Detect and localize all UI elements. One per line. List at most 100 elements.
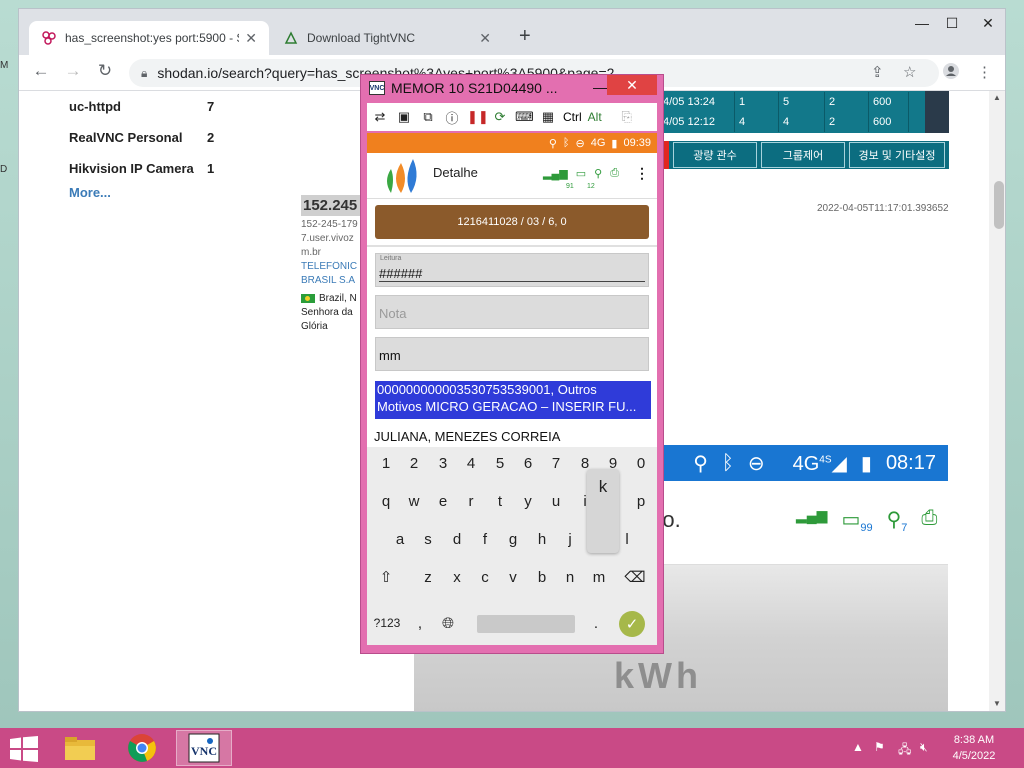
period-key[interactable]: . (583, 607, 609, 639)
key[interactable]: y (515, 485, 541, 517)
key[interactable]: q (373, 485, 399, 517)
minimize-button[interactable]: — (907, 15, 937, 31)
key[interactable]: 2 (401, 447, 427, 479)
key[interactable]: t (487, 485, 513, 517)
nota-field[interactable]: Nota (375, 295, 649, 329)
key[interactable]: 5 (487, 447, 513, 479)
mm-field[interactable]: mm (375, 337, 649, 371)
volume-muted-icon[interactable]: 🔇︎ (920, 740, 928, 755)
vnc-minimize-button[interactable]: — (593, 79, 607, 95)
maximize-button[interactable]: ☐ (937, 15, 967, 32)
key[interactable]: 1 (373, 447, 399, 479)
save-icon[interactable]: ▣ (395, 109, 413, 125)
share-icon[interactable]: ⇪ (871, 63, 884, 81)
key[interactable]: h (529, 523, 555, 555)
backspace-icon[interactable]: ⌫ (622, 561, 648, 593)
close-tab-icon[interactable]: ✕ (245, 30, 257, 47)
key[interactable]: f (472, 523, 498, 555)
reload-icon[interactable]: ↻ (93, 61, 117, 81)
symbols-key[interactable]: ?123 (369, 607, 405, 639)
key[interactable]: j (557, 523, 583, 555)
printer-icon[interactable]: ⎙ (610, 167, 619, 180)
key[interactable]: 0 (628, 447, 654, 479)
key[interactable]: x (444, 561, 470, 593)
key[interactable]: v (500, 561, 526, 593)
bookmark-star-icon[interactable]: ☆ (903, 63, 916, 81)
action-center-icon[interactable]: ⚑ (874, 740, 885, 754)
page-scrollbar[interactable]: ▲ ▼ (989, 91, 1005, 711)
pause-icon[interactable]: ❚❚ (467, 109, 489, 125)
menu-kebab-icon[interactable]: ⋮ (977, 63, 992, 81)
key[interactable]: s (415, 523, 441, 555)
key[interactable]: 3 (430, 447, 456, 479)
overflow-menu-icon[interactable]: ⋮ (635, 165, 649, 182)
key[interactable]: n (557, 561, 583, 593)
clipboard-icon[interactable]: ⎘ (618, 109, 636, 125)
vnc-logo-icon: VNC (369, 81, 385, 95)
chrome-taskbar-button[interactable] (114, 730, 170, 766)
result-org-link[interactable]: TELEFÔNIC (301, 261, 363, 272)
key[interactable]: u (543, 485, 569, 517)
forward-arrow-icon[interactable]: → (61, 61, 85, 81)
key[interactable]: d (444, 523, 470, 555)
taskbar: VNC ▲ ⚑ 🖧︎ 🔇︎ 8:38 AM 4/5/2022 (0, 728, 1024, 768)
location-icon: ⚲ (548, 137, 557, 150)
win-key-icon[interactable]: ▦ (539, 109, 557, 125)
key[interactable]: b (529, 561, 555, 593)
scroll-down-icon[interactable]: ▼ (993, 699, 1001, 708)
result-org-link[interactable]: BRASIL S.A (301, 275, 363, 286)
leitura-field[interactable]: Leitura ###### (375, 253, 649, 287)
selected-reason-item[interactable]: 000000000003530753539001, Outros Motivos… (375, 381, 651, 419)
new-tab-button[interactable]: + (519, 25, 531, 48)
scroll-up-icon[interactable]: ▲ (993, 93, 1001, 102)
key[interactable]: m (586, 561, 612, 593)
key[interactable]: 4 (458, 447, 484, 479)
info-icon[interactable]: ⓘ (443, 108, 461, 127)
scroll-thumb[interactable] (994, 181, 1004, 229)
key[interactable]: w (401, 485, 427, 517)
done-check-icon[interactable]: ✓ (619, 611, 645, 637)
close-window-button[interactable]: ✕ (973, 15, 1003, 32)
close-tab-icon[interactable]: ✕ (479, 30, 491, 47)
refresh-icon[interactable]: ⟳ (491, 109, 509, 125)
taskbar-clock[interactable]: 8:38 AM 4/5/2022 (944, 732, 1004, 764)
profile-avatar-icon[interactable] (943, 63, 959, 83)
space-key[interactable] (477, 615, 575, 633)
back-arrow-icon[interactable]: ← (29, 61, 53, 81)
more-link[interactable]: More... (69, 185, 111, 200)
comma-key[interactable]: , (407, 607, 433, 639)
windows-start-icon[interactable] (10, 736, 38, 762)
new-connection-icon[interactable]: ⇄ (371, 109, 389, 125)
screenshot-button: 광량 관수 (673, 142, 757, 168)
file-explorer-taskbar-button[interactable] (52, 730, 108, 766)
shift-icon[interactable]: ⇧ (373, 561, 399, 593)
tab-shodan[interactable]: has_screenshot:yes port:5900 - S ✕ (29, 21, 269, 55)
key[interactable]: 6 (515, 447, 541, 479)
key[interactable]: r (458, 485, 484, 517)
ctrl-alt-del-icon[interactable]: ⌨ (515, 109, 534, 125)
alt-button[interactable]: Alt (588, 110, 602, 124)
key[interactable]: z (415, 561, 441, 593)
key[interactable]: e (430, 485, 456, 517)
vnc-titlebar[interactable]: VNC MEMOR 10 S21D04490 ... — ✕ (361, 75, 663, 101)
network-icon[interactable]: 🖧︎ (898, 740, 911, 761)
key[interactable]: 7 (543, 447, 569, 479)
facet-name[interactable]: uc-httpd (69, 99, 121, 114)
vnc-close-button[interactable]: ✕ (607, 75, 657, 95)
tray-up-arrow-icon[interactable]: ▲ (852, 740, 864, 754)
tab-tightvnc[interactable]: Download TightVNC ✕ (271, 21, 503, 55)
reason-line: Motivos MICRO GERACAO – INSERIR FU... (377, 399, 637, 414)
facet-name[interactable]: RealVNC Personal (69, 130, 182, 145)
vnc-taskbar-button[interactable]: VNC (176, 730, 232, 766)
key[interactable]: c (472, 561, 498, 593)
vnc-remote-screen[interactable]: ⚲ ᛒ ⊖ 4G ▮ 09:39 Detalhe ▂▄▆ ▭ ⚲ ⎙ 91 12… (367, 133, 657, 645)
key[interactable]: a (387, 523, 413, 555)
facet-name[interactable]: Hikvision IP Camera (69, 161, 194, 176)
tab-label: has_screenshot:yes port:5900 - S (65, 31, 240, 45)
globe-icon[interactable]: 🌐︎ (435, 607, 461, 639)
key[interactable]: g (500, 523, 526, 555)
ctrl-button[interactable]: Ctrl (563, 110, 582, 124)
key[interactable]: p (628, 485, 654, 517)
result-ip-link[interactable]: 152.245 (301, 195, 363, 216)
options-icon[interactable]: ⧉ (419, 109, 437, 125)
